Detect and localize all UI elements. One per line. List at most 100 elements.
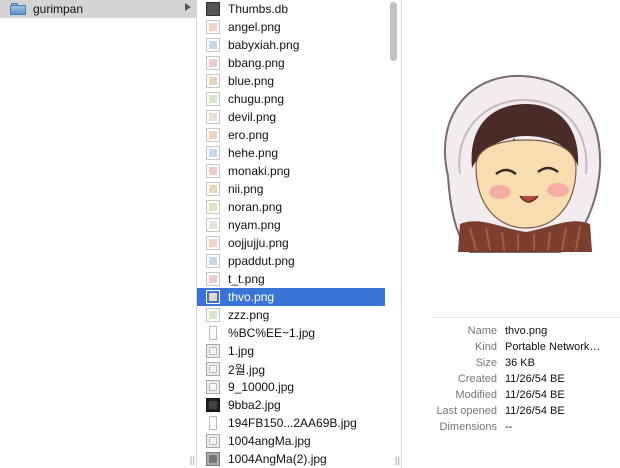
file-row[interactable]: monaki.png	[197, 162, 385, 180]
file-name: thvo.png	[228, 290, 275, 304]
file-row[interactable]: noran.png	[197, 198, 385, 216]
file-name: 1004AngMa(2).jpg	[228, 452, 327, 466]
file-row[interactable]: thvo.png	[197, 288, 385, 306]
mac-thumbnail-icon	[206, 452, 220, 466]
image-thumbnail-icon	[206, 164, 220, 178]
file-name: nyam.png	[228, 218, 281, 232]
column-1[interactable]: gurimpan | |	[0, 0, 197, 468]
file-row[interactable]: devil.png	[197, 108, 385, 126]
image-thumbnail-icon	[206, 92, 220, 106]
file-name: 9bba2.jpg	[228, 398, 281, 412]
column-2[interactable]: Thumbs.db angel.png babyxiah.png bbang.png b…	[197, 0, 402, 468]
info-row: Name thvo.png	[402, 325, 620, 341]
file-name: ero.png	[228, 128, 269, 142]
file-row[interactable]: oojjujju.png	[197, 234, 385, 252]
info-row: Kind Portable Network…	[402, 341, 620, 357]
image-thumbnail-icon	[206, 254, 220, 268]
photo-thumbnail-icon	[206, 434, 220, 448]
file-row[interactable]: 9_10000.jpg	[197, 378, 385, 396]
info-key: Dimensions	[439, 421, 497, 433]
file-name: devil.png	[228, 110, 277, 124]
file-row[interactable]: nyam.png	[197, 216, 385, 234]
file-row[interactable]: 2월.jpg	[197, 360, 385, 378]
file-name: bbang.png	[228, 56, 285, 70]
folder-icon	[10, 3, 26, 15]
file-name: oojjujju.png	[228, 236, 289, 250]
file-row[interactable]: t_t.png	[197, 270, 385, 288]
image-thumbnail-icon	[206, 146, 220, 160]
file-row[interactable]: 9bba2.jpg	[197, 396, 385, 414]
file-row[interactable]: nii.png	[197, 180, 385, 198]
image-thumbnail-icon	[206, 236, 220, 250]
info-value: 11/26/54 BE	[505, 373, 565, 385]
photo-thumbnail-icon	[206, 362, 220, 376]
column-resize-handle[interactable]: | |	[0, 454, 196, 468]
file-row[interactable]: 1004AngMa(2).jpg	[197, 450, 385, 468]
image-thumbnail-icon	[206, 182, 220, 196]
finder-column-view: gurimpan | | Thumbs.db angel.png babyxiah.…	[0, 0, 620, 468]
file-row[interactable]: blue.png	[197, 72, 385, 90]
image-thumbnail-icon	[206, 308, 220, 322]
info-key: Name	[467, 325, 497, 337]
file-row[interactable]: %BC%EE~1.jpg	[197, 324, 385, 342]
file-name: blue.png	[228, 74, 275, 88]
file-row[interactable]: angel.png	[197, 18, 385, 36]
file-name: %BC%EE~1.jpg	[228, 326, 316, 340]
file-row[interactable]: Thumbs.db	[197, 0, 385, 18]
file-name: angel.png	[228, 20, 281, 34]
file-info: Name thvo.png Kind Portable Network… Size 36 …	[402, 325, 620, 437]
file-name: nii.png	[228, 182, 264, 196]
image-thumbnail-icon	[206, 200, 220, 214]
file-row[interactable]: hehe.png	[197, 144, 385, 162]
chevron-right-icon	[185, 3, 191, 11]
info-key: Size	[475, 357, 497, 369]
info-row: Created 11/26/54 BE	[402, 373, 620, 389]
photo-thumbnail-icon	[206, 380, 220, 394]
image-preview	[443, 74, 602, 253]
info-value: 11/26/54 BE	[505, 389, 565, 401]
file-row[interactable]: zzz.png	[197, 306, 385, 324]
info-row: Dimensions --	[402, 421, 620, 437]
blank-document-icon	[209, 416, 217, 430]
file-row[interactable]: ero.png	[197, 126, 385, 144]
resize-grip-icon[interactable]: | |	[395, 455, 400, 465]
info-key: Modified	[455, 389, 497, 401]
image-thumbnail-icon	[206, 38, 220, 52]
file-row[interactable]: babyxiah.png	[197, 36, 385, 54]
file-name: 9_10000.jpg	[228, 380, 295, 394]
image-thumbnail-icon	[206, 290, 220, 304]
scrollbar-thumb[interactable]	[390, 2, 397, 61]
file-name: monaki.png	[228, 164, 291, 178]
file-name: ppaddut.png	[228, 254, 295, 268]
info-value: Portable Network…	[505, 341, 601, 353]
image-thumbnail-icon	[206, 56, 220, 70]
image-thumbnail-icon	[206, 20, 220, 34]
file-name: 194FB150...2AA69B.jpg	[228, 416, 357, 430]
image-thumbnail-icon	[206, 218, 220, 232]
blank-document-icon	[209, 326, 217, 340]
file-row[interactable]: 1004angMa.jpg	[197, 432, 385, 450]
info-row: Size 36 KB	[402, 357, 620, 373]
image-thumbnail-icon	[206, 128, 220, 142]
info-row: Modified 11/26/54 BE	[402, 389, 620, 405]
file-row[interactable]: ppaddut.png	[197, 252, 385, 270]
file-name: zzz.png	[228, 308, 270, 322]
file-row[interactable]: 194FB150...2AA69B.jpg	[197, 414, 385, 432]
image-thumbnail-icon	[206, 272, 220, 286]
file-row[interactable]: bbang.png	[197, 54, 385, 72]
vertical-scrollbar[interactable]	[385, 0, 401, 468]
info-value: 11/26/54 BE	[505, 405, 565, 417]
preview-column: Name thvo.png Kind Portable Network… Size 36 …	[402, 0, 620, 468]
photo-thumbnail-icon	[206, 344, 220, 358]
file-name: noran.png	[228, 200, 283, 214]
info-value: --	[505, 421, 513, 433]
folder-row-gurimpan[interactable]: gurimpan	[0, 0, 196, 18]
resize-grip-icon: | |	[189, 455, 195, 465]
file-name: chugu.png	[228, 92, 285, 106]
file-row[interactable]: chugu.png	[197, 90, 385, 108]
file-name: hehe.png	[228, 146, 279, 160]
info-key: Created	[457, 373, 497, 385]
file-name: 1004angMa.jpg	[228, 434, 311, 448]
file-list: Thumbs.db angel.png babyxiah.png bbang.png b…	[197, 0, 385, 468]
file-row[interactable]: 1.jpg	[197, 342, 385, 360]
